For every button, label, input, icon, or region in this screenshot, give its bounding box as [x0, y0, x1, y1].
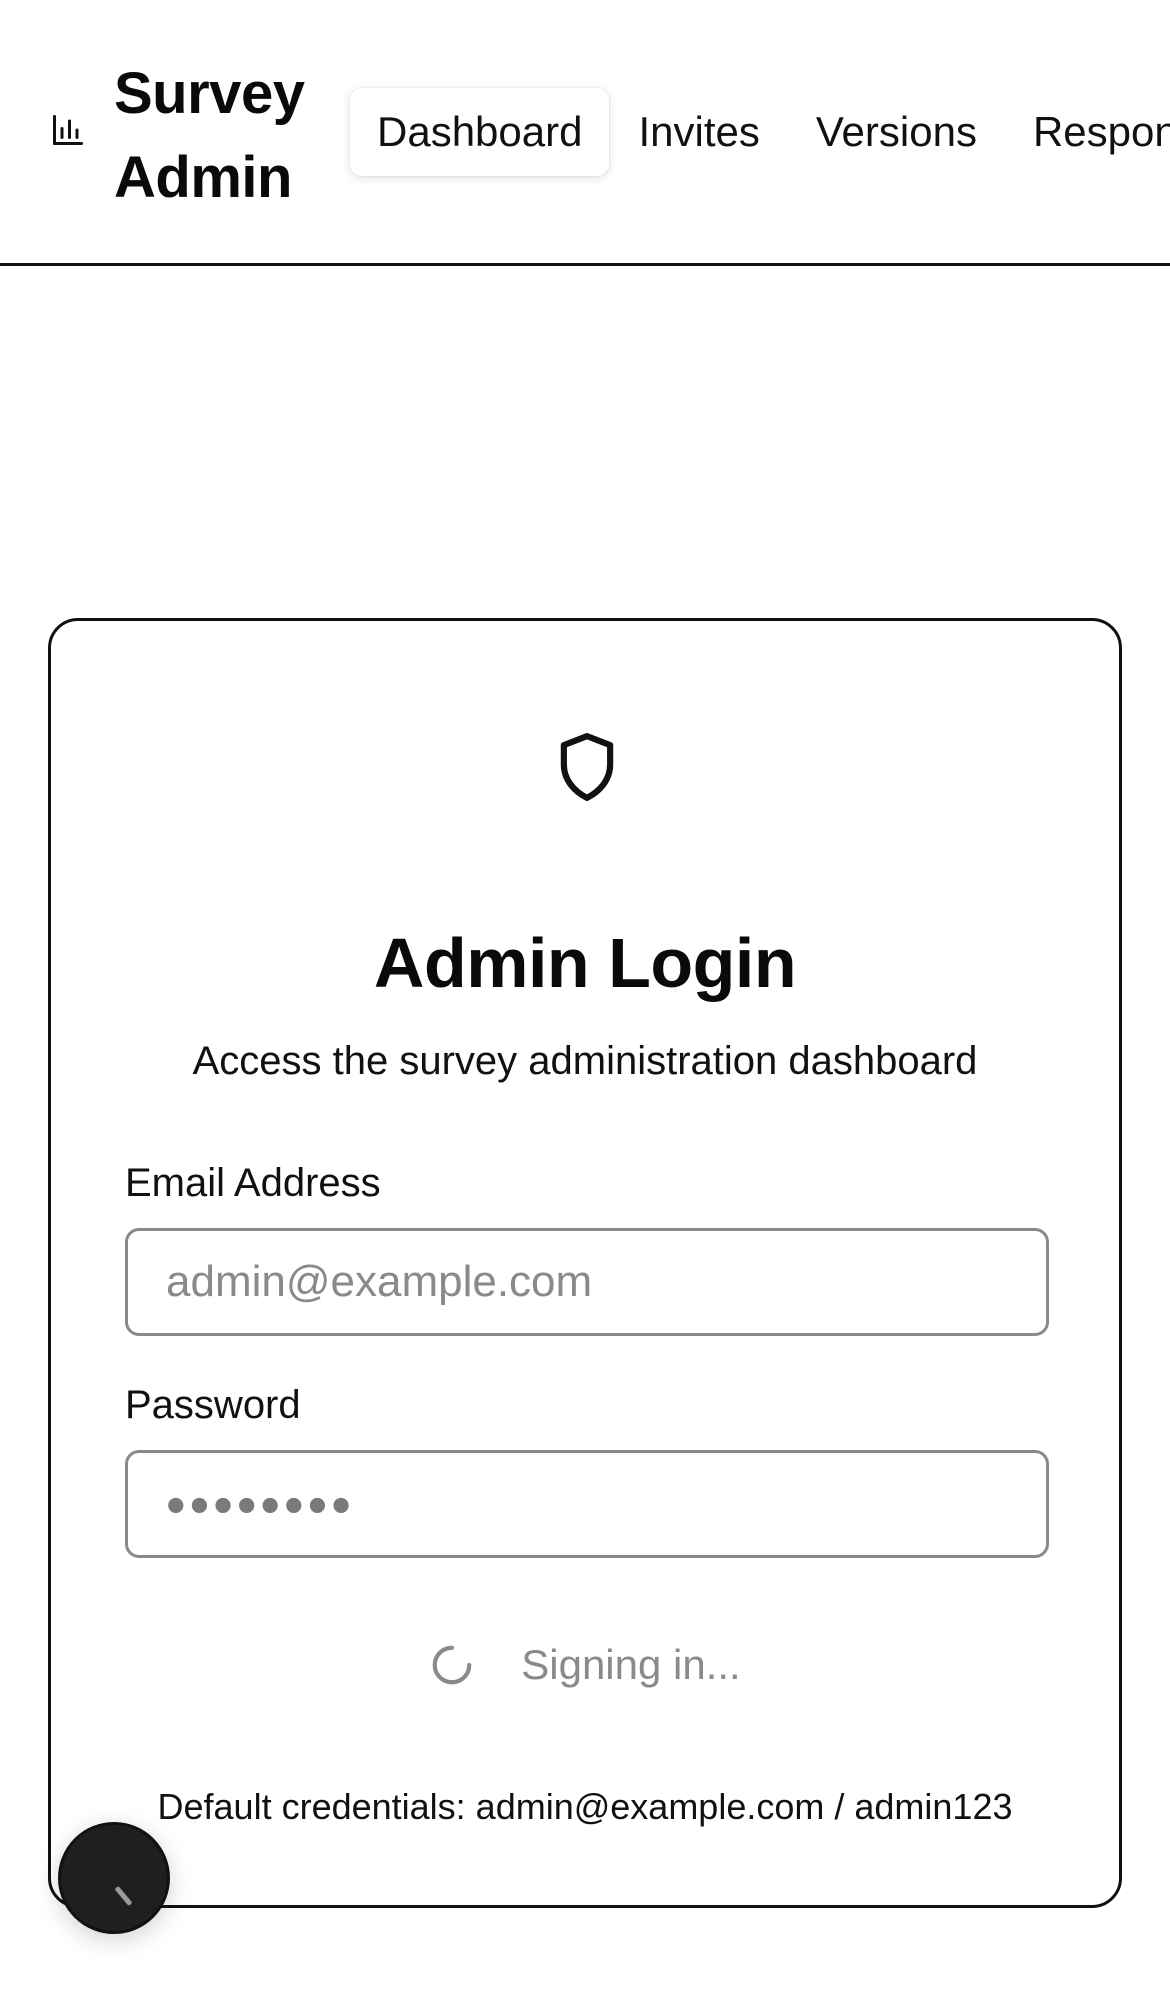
- login-subtitle: Access the survey administration dashboa…: [192, 1039, 978, 1083]
- email-field[interactable]: [125, 1228, 1049, 1336]
- signing-in-button[interactable]: Signing in...: [51, 1629, 1119, 1701]
- nav-item-responses[interactable]: Responses: [1006, 88, 1170, 176]
- nav-item-dashboard[interactable]: Dashboard: [350, 88, 610, 176]
- floating-dev-tools-button[interactable]: [58, 1822, 170, 1934]
- shield-icon: [560, 733, 614, 801]
- nav-item-invites[interactable]: Invites: [611, 88, 786, 176]
- app-header: Survey Admin Dashboard Invites Versions …: [0, 0, 1170, 266]
- loading-spinner-icon: [432, 1645, 472, 1685]
- main-nav: Dashboard Invites Versions Responses: [350, 88, 1170, 176]
- default-credentials-hint: Default credentials: admin@example.com /…: [157, 1786, 1013, 1827]
- password-field[interactable]: [125, 1450, 1049, 1558]
- signing-in-label: Signing in...: [521, 1641, 741, 1688]
- login-title: Admin Login: [373, 924, 797, 1002]
- dev-tools-icon: [114, 1885, 133, 1907]
- login-card: Admin Login Access the survey administra…: [48, 618, 1122, 1908]
- brand-title[interactable]: Survey Admin: [114, 52, 334, 220]
- nav-item-versions[interactable]: Versions: [789, 88, 1004, 176]
- password-label: Password: [125, 1383, 301, 1427]
- email-label: Email Address: [125, 1161, 381, 1205]
- bar-chart-icon: [53, 115, 83, 145]
